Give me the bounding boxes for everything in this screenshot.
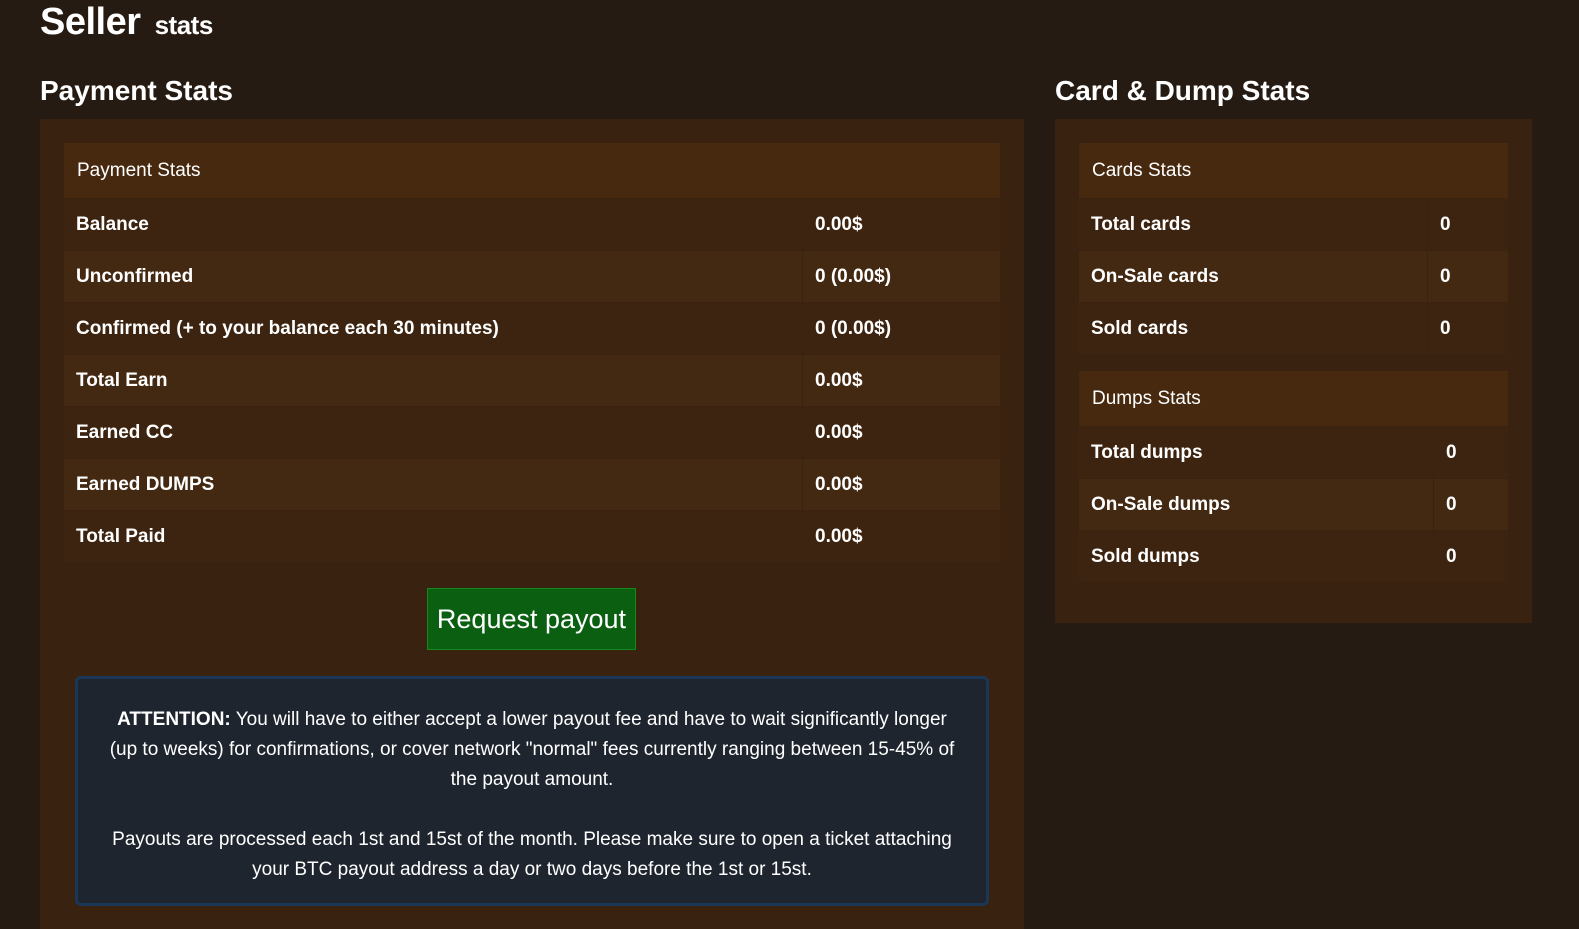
dumps-stats-header-row: Dumps Stats bbox=[1079, 371, 1508, 427]
page-title: Seller stats bbox=[40, 0, 213, 47]
earned-cc-value: 0.00$ bbox=[802, 406, 1000, 459]
sold-dumps-label: Sold dumps bbox=[1079, 530, 1434, 582]
payment-stats-panel: Payment Stats Balance 0.00$ Unconfirmed … bbox=[40, 119, 1024, 929]
table-row: Sold dumps 0 bbox=[1079, 530, 1508, 582]
attention-label: ATTENTION: bbox=[117, 709, 231, 730]
balance-label: Balance bbox=[64, 198, 803, 251]
table-row: Balance 0.00$ bbox=[64, 198, 1000, 251]
card-dump-stats-panel: Cards Stats Total cards 0 On-Sale cards … bbox=[1055, 119, 1532, 623]
sold-dumps-value: 0 bbox=[1433, 530, 1508, 582]
attention-text: You will have to either accept a lower p… bbox=[109, 709, 955, 790]
cards-stats-table: Cards Stats Total cards 0 On-Sale cards … bbox=[1079, 143, 1508, 354]
payment-stats-table: Payment Stats Balance 0.00$ Unconfirmed … bbox=[64, 143, 1000, 562]
total-paid-value: 0.00$ bbox=[802, 510, 1000, 562]
table-row: On-Sale dumps 0 bbox=[1079, 478, 1508, 531]
payment-stats-header-row: Payment Stats bbox=[64, 143, 1000, 199]
table-row: Total Earn 0.00$ bbox=[64, 354, 1000, 407]
table-row: Confirmed (+ to your balance each 30 min… bbox=[64, 302, 1000, 355]
confirmed-value: 0 (0.00$) bbox=[802, 302, 1000, 355]
payment-stats-heading: Payment Stats bbox=[40, 75, 233, 106]
table-row: Total Paid 0.00$ bbox=[64, 510, 1000, 562]
total-cards-label: Total cards bbox=[1079, 198, 1428, 251]
total-earn-value: 0.00$ bbox=[802, 354, 1000, 407]
earned-dumps-label: Earned DUMPS bbox=[64, 458, 803, 511]
request-payout-button[interactable]: Request payout bbox=[427, 588, 636, 650]
sold-cards-label: Sold cards bbox=[1079, 302, 1428, 354]
total-dumps-label: Total dumps bbox=[1079, 426, 1434, 479]
table-row: Sold cards 0 bbox=[1079, 302, 1508, 354]
payout-schedule-text: Payouts are processed each 1st and 15st … bbox=[112, 829, 952, 880]
attention-paragraph: ATTENTION: You will have to either accep… bbox=[104, 705, 960, 795]
cards-stats-table-header: Cards Stats bbox=[1079, 143, 1508, 199]
sold-cards-value: 0 bbox=[1427, 302, 1508, 354]
unconfirmed-value: 0 (0.00$) bbox=[802, 250, 1000, 303]
table-row: Earned CC 0.00$ bbox=[64, 406, 1000, 459]
earned-cc-label: Earned CC bbox=[64, 406, 803, 459]
table-row: Unconfirmed 0 (0.00$) bbox=[64, 250, 1000, 303]
dumps-stats-table-header: Dumps Stats bbox=[1079, 371, 1508, 427]
payout-attention-notice: ATTENTION: You will have to either accep… bbox=[75, 676, 989, 906]
on-sale-cards-value: 0 bbox=[1427, 250, 1508, 303]
payment-stats-table-header: Payment Stats bbox=[64, 143, 1000, 199]
total-paid-label: Total Paid bbox=[64, 510, 803, 562]
card-dump-stats-heading: Card & Dump Stats bbox=[1055, 75, 1311, 106]
table-row: Earned DUMPS 0.00$ bbox=[64, 458, 1000, 511]
on-sale-cards-label: On-Sale cards bbox=[1079, 250, 1428, 303]
confirmed-label: Confirmed (+ to your balance each 30 min… bbox=[64, 302, 803, 355]
total-cards-value: 0 bbox=[1427, 198, 1508, 251]
cards-stats-header-row: Cards Stats bbox=[1079, 143, 1508, 199]
on-sale-dumps-value: 0 bbox=[1433, 478, 1508, 531]
unconfirmed-label: Unconfirmed bbox=[64, 250, 803, 303]
table-row: Total cards 0 bbox=[1079, 198, 1508, 251]
page-title-main: Seller bbox=[40, 1, 141, 43]
balance-value: 0.00$ bbox=[802, 198, 1000, 251]
dumps-stats-table: Dumps Stats Total dumps 0 On-Sale dumps … bbox=[1079, 371, 1508, 582]
page-title-sub: stats bbox=[154, 10, 214, 40]
total-earn-label: Total Earn bbox=[64, 354, 803, 407]
total-dumps-value: 0 bbox=[1433, 426, 1508, 479]
on-sale-dumps-label: On-Sale dumps bbox=[1079, 478, 1434, 531]
table-row: On-Sale cards 0 bbox=[1079, 250, 1508, 303]
earned-dumps-value: 0.00$ bbox=[802, 458, 1000, 511]
table-row: Total dumps 0 bbox=[1079, 426, 1508, 479]
